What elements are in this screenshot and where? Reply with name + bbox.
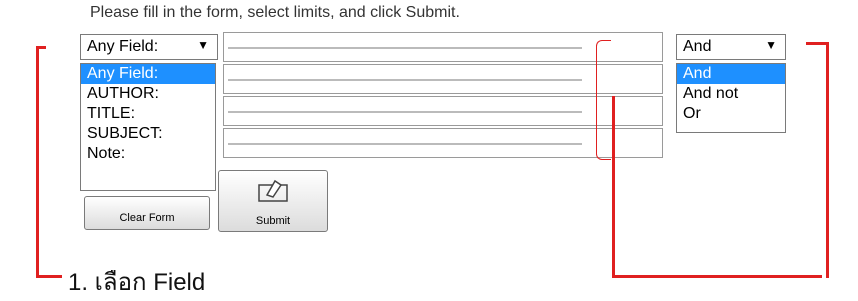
annotation-step-label: 1. เลือก Field xyxy=(68,269,206,296)
submit-button[interactable]: Submit xyxy=(218,170,328,232)
annotation-left-bracket-vertical xyxy=(36,46,39,278)
submit-label: Submit xyxy=(255,215,291,227)
field-option-any[interactable]: Any Field: xyxy=(81,64,215,84)
annotation-left-bracket-bottom xyxy=(36,275,62,278)
field-select[interactable]: Any Field: ▼ xyxy=(80,34,218,60)
bool-select-value: And xyxy=(683,38,712,55)
annotation-right-bracket-vertical xyxy=(826,42,829,278)
field-option-note[interactable]: Note: xyxy=(81,144,215,164)
submit-icon xyxy=(258,179,288,202)
clear-form-button[interactable]: Clear Form xyxy=(84,196,210,230)
annotation-mid-vertical xyxy=(612,96,615,278)
field-option-author[interactable]: AUTHOR: xyxy=(81,84,215,104)
instruction-text: Please fill in the form, select limits, … xyxy=(90,4,460,21)
bool-select[interactable]: And ▼ xyxy=(676,34,786,60)
annotation-left-bracket-top xyxy=(36,46,46,49)
chevron-down-icon: ▼ xyxy=(197,38,209,52)
chevron-down-icon: ▼ xyxy=(765,38,777,52)
field-option-title[interactable]: TITLE: xyxy=(81,104,215,124)
clear-form-label: Clear Form xyxy=(119,212,175,224)
annotation-bottom-connector xyxy=(612,275,822,278)
field-dropdown[interactable]: Any Field: AUTHOR: TITLE: SUBJECT: Note: xyxy=(80,63,216,191)
field-select-value: Any Field: xyxy=(87,38,159,55)
annotation-right-bracket-top xyxy=(806,42,828,45)
bool-option-and[interactable]: And xyxy=(677,64,785,84)
bool-option-and-not[interactable]: And not xyxy=(677,84,785,104)
annotation-brace xyxy=(596,40,611,160)
field-option-subject[interactable]: SUBJECT: xyxy=(81,124,215,144)
bool-option-or[interactable]: Or xyxy=(677,104,785,124)
bool-dropdown[interactable]: And And not Or xyxy=(676,63,786,133)
